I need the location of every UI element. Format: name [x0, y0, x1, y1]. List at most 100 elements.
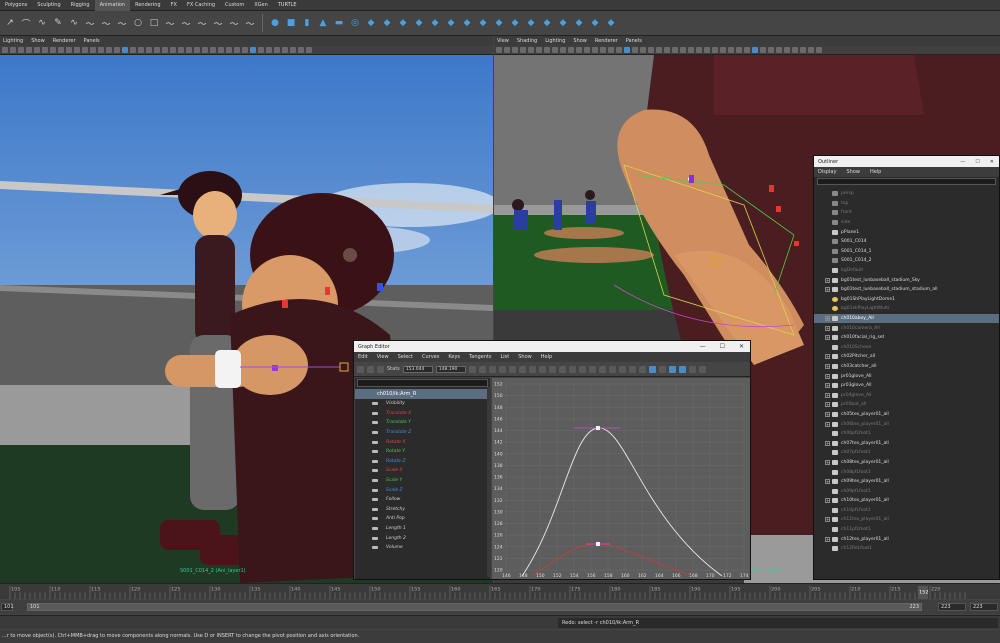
minimize-icon[interactable]: — [700, 343, 706, 350]
poly-icon[interactable]: ◆ [365, 17, 377, 29]
viewport-menu-item[interactable]: Renderer [53, 38, 76, 44]
expand-icon[interactable]: + [825, 459, 830, 465]
outliner-item[interactable]: + ch11tex_player01_all [814, 515, 999, 525]
sphere-icon[interactable]: ● [269, 17, 281, 29]
outliner-item[interactable]: pPlane1 [814, 227, 999, 237]
outliner-item[interactable]: + ch07tex_player01_all [814, 438, 999, 448]
outliner-item[interactable]: + ch12tex_player01_all [814, 534, 999, 544]
outliner-menu-item[interactable]: Display [818, 169, 836, 175]
viewport-menu-item[interactable]: Renderer [595, 38, 618, 44]
outliner-item[interactable]: + ch10tex_player01_all [814, 496, 999, 506]
range-end-outer[interactable]: 223 [938, 603, 966, 611]
outliner-item[interactable]: ch10pfLfoot1 [814, 506, 999, 516]
minimize-icon[interactable]: — [960, 159, 965, 165]
outliner-item[interactable]: ch010Scheen [814, 343, 999, 353]
outliner-item[interactable]: ch11pfLfoot1 [814, 525, 999, 535]
outliner-item[interactable]: S001_C014 [814, 237, 999, 247]
curve-icon[interactable]: 〜 [84, 17, 96, 30]
torus-icon[interactable]: ◎ [349, 17, 361, 29]
poly-icon[interactable]: ◆ [397, 17, 409, 29]
expand-icon[interactable]: + [825, 335, 830, 341]
expand-icon[interactable]: + [825, 421, 830, 427]
curve-icon[interactable]: 〜 [116, 17, 128, 30]
graph-editor-menu-item[interactable]: Tangents [469, 354, 491, 360]
close-icon[interactable]: ✕ [739, 343, 744, 350]
graph-editor-attribute[interactable]: Length 1 [355, 524, 490, 534]
shelf-tab[interactable]: Sculpting [32, 0, 65, 11]
graph-editor-window[interactable]: Graph Editor — ☐ ✕ Edit View Select Curves Key… [353, 340, 751, 580]
curve-icon[interactable]: 〜 [180, 17, 192, 30]
pencil-curve-icon[interactable]: ✎ [52, 17, 64, 29]
viewport-menu-item[interactable]: Lighting [3, 38, 23, 44]
expand-icon[interactable]: + [825, 479, 830, 485]
expand-icon[interactable]: + [825, 517, 830, 523]
poly-icon[interactable]: ◆ [493, 17, 505, 29]
outliner-titlebar[interactable]: Outliner — ☐ ✕ [814, 156, 999, 167]
graph-editor-attribute[interactable]: Rotate Z [355, 457, 490, 467]
outliner-item[interactable]: + ch09tex_player01_all [814, 477, 999, 487]
square-icon[interactable]: □ [148, 17, 160, 29]
expand-icon[interactable]: + [825, 316, 830, 322]
poly-icon[interactable]: ◆ [525, 17, 537, 29]
outliner-item[interactable]: + ch010camera_All [814, 323, 999, 333]
viewport-menu-item[interactable]: Show [31, 38, 45, 44]
outliner-item[interactable]: + ch08tex_player01_all [814, 458, 999, 468]
curve-tool-icon[interactable]: ↗ [4, 17, 16, 29]
graph-editor-node[interactable]: ch010/ik:Arm_R [355, 389, 490, 399]
expand-icon[interactable]: + [825, 536, 830, 542]
expand-icon[interactable]: + [825, 363, 830, 369]
outliner-item[interactable]: bgDefault [814, 266, 999, 276]
poly-icon[interactable]: ◆ [509, 17, 521, 29]
outliner-menu-item[interactable]: Show [846, 169, 860, 175]
expand-icon[interactable]: + [825, 287, 830, 293]
graph-editor-attribute[interactable]: Anti Pop [355, 514, 490, 524]
move-key-icon[interactable] [357, 365, 364, 373]
range-start-outer[interactable]: 101 [1, 603, 14, 611]
maximize-icon[interactable]: ☐ [720, 343, 725, 350]
close-icon[interactable]: ✕ [990, 159, 994, 165]
viewport-menu-item[interactable]: Shading [517, 38, 537, 44]
shelf-tab[interactable]: Polygons [0, 0, 32, 11]
poly-icon[interactable]: ◆ [445, 17, 457, 29]
curve-icon[interactable]: 〜 [228, 17, 240, 30]
poly-icon[interactable]: ◆ [605, 17, 617, 29]
expand-icon[interactable]: + [825, 402, 830, 408]
graph-editor-menu-item[interactable]: View [377, 354, 389, 360]
timeline[interactable]: 105 110 115 120 125 130 135 140 145 150 155 160 165 1… [0, 583, 1000, 599]
expand-icon[interactable]: + [825, 440, 830, 446]
stats-frame-field[interactable]: 153.044 [402, 365, 433, 373]
outliner-item[interactable]: ch09pfLfoot1 [814, 486, 999, 496]
graph-editor-attribute[interactable]: Volume [355, 543, 490, 553]
graph-editor-menu-item[interactable]: Select [398, 354, 413, 360]
poly-icon[interactable]: ◆ [589, 17, 601, 29]
cone-icon[interactable]: ▲ [317, 17, 329, 29]
command-line[interactable]: Redo: select -r ch010/ik:Arm_R [0, 615, 1000, 629]
plane-icon[interactable]: ▬ [333, 17, 345, 29]
graph-editor-search[interactable] [357, 379, 488, 387]
range-bar[interactable]: 101 223 [27, 603, 922, 611]
shelf-tab[interactable]: TURTLE [273, 0, 302, 11]
graph-editor-attribute[interactable]: Scale X [355, 466, 490, 476]
outliner-item[interactable]: + ch02Pitcher_all [814, 352, 999, 362]
range-slider[interactable]: 101 101 223 223 223 [0, 600, 1000, 614]
stats-value-field[interactable]: 148.190 [435, 365, 466, 373]
lattice-icon[interactable] [377, 365, 384, 373]
outliner-item[interactable]: ch12ReLfoot1 [814, 544, 999, 554]
graph-editor-menu-item[interactable]: Show [518, 354, 532, 360]
graph-editor-titlebar[interactable]: Graph Editor — ☐ ✕ [354, 341, 750, 352]
graph-editor-attribute[interactable]: Length 2 [355, 533, 490, 543]
outliner-menu-item[interactable]: Help [870, 169, 881, 175]
graph-editor-attribute[interactable]: Rotate X [355, 437, 490, 447]
outliner-item[interactable]: + ch05tex_player01_all [814, 410, 999, 420]
graph-editor-menu-item[interactable]: Help [541, 354, 552, 360]
outliner-item[interactable]: + bg01test_lunbaseball_stadium_Sky [814, 275, 999, 285]
expand-icon[interactable]: + [825, 277, 830, 283]
expand-icon[interactable]: + [825, 392, 830, 398]
shelf-tab[interactable]: Custom [220, 0, 249, 11]
curve-icon[interactable]: 〜 [212, 17, 224, 30]
curve-icon[interactable]: 〜 [100, 17, 112, 30]
shelf-tab[interactable]: Animation [94, 0, 131, 11]
graph-editor-attribute[interactable]: Stretchy [355, 505, 490, 515]
outliner-item[interactable]: bg01shPlayLightMulti [814, 304, 999, 314]
outliner-item[interactable]: + ch010facial_rig_set [814, 333, 999, 343]
